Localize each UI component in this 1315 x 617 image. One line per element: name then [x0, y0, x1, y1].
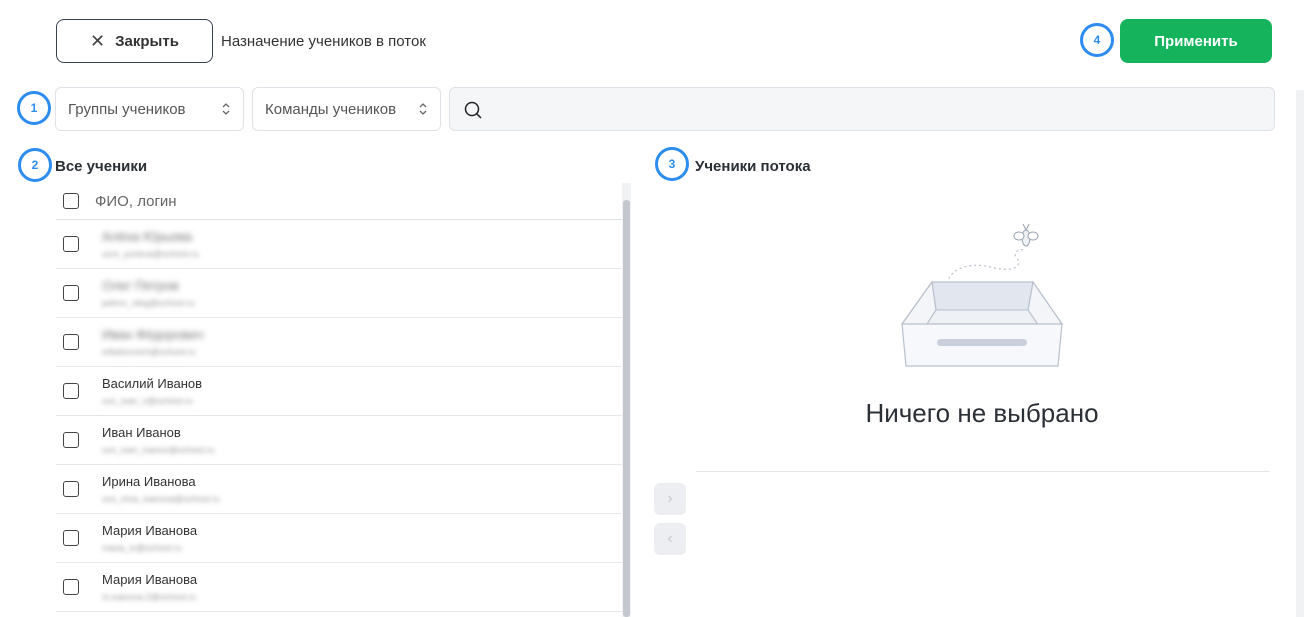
empty-state-text: Ничего не выбрано	[865, 398, 1099, 428]
table-row: Василий Иванов uvs_ivan_v@school.ru	[56, 367, 622, 416]
student-login: uvs_ivan_v@school.ru	[102, 395, 193, 406]
student-login: ivfedorovich@school.ru	[102, 346, 196, 357]
row-checkbox[interactable]	[63, 530, 79, 546]
table-row: Ирина Иванова uvs_irina_ivanova@school.ru	[56, 465, 622, 514]
list-scrollbar-thumb[interactable]	[623, 200, 630, 617]
teams-select-label: Команды учеников	[265, 100, 397, 118]
student-login: m.ivanova.2@school.ru	[102, 591, 197, 602]
empty-box-illustration	[900, 223, 1064, 367]
bee-icon	[1013, 223, 1039, 247]
close-button-label: Закрыть	[115, 32, 179, 50]
student-name: Олег Петров	[102, 277, 179, 293]
table-row: Иван Фёдорович ivfedorovich@school.ru	[56, 318, 622, 367]
table-row: Алёна Юрьева ucm_yurieva@school.ru	[56, 220, 622, 269]
apply-button[interactable]: Применить	[1120, 19, 1272, 63]
groups-select[interactable]: Группы учеников	[55, 87, 244, 131]
student-name: Иван Иванов	[102, 424, 181, 440]
page-title: Назначение учеников в поток	[221, 33, 426, 50]
select-all-checkbox[interactable]	[63, 193, 79, 209]
student-name: Иван Фёдорович	[102, 326, 204, 342]
table-row: Олег Петров petrov_oleg@school.ru	[56, 269, 622, 318]
chevron-right-icon: ›	[667, 490, 673, 507]
divider	[696, 471, 1270, 472]
search-box	[449, 87, 1275, 131]
page-scrollbar[interactable]	[1296, 90, 1304, 617]
student-login: uvs_irina_ivanova@school.ru	[102, 493, 220, 504]
close-button[interactable]: ✕ Закрыть	[56, 19, 213, 63]
row-checkbox[interactable]	[63, 383, 79, 399]
row-checkbox[interactable]	[63, 334, 79, 350]
close-icon: ✕	[90, 31, 106, 51]
row-checkbox[interactable]	[63, 432, 79, 448]
list-header-label: ФИО, логин	[95, 192, 177, 210]
chevron-updown-icon	[418, 100, 428, 118]
row-checkbox[interactable]	[63, 285, 79, 301]
row-checkbox[interactable]	[63, 579, 79, 595]
student-name: Мария Иванова	[102, 571, 198, 587]
move-right-button[interactable]: ›	[654, 483, 686, 515]
table-row: Мария Иванова maria_iv@school.ru	[56, 514, 622, 563]
student-login: uvs_ivan_ivanov@school.ru	[102, 444, 215, 455]
groups-select-label: Группы учеников	[68, 100, 186, 118]
step-marker-3: 3	[655, 147, 689, 181]
stream-students-title: Ученики потока	[695, 158, 811, 175]
student-name: Василий Иванов	[102, 375, 203, 391]
table-row: Иван Иванов uvs_ivan_ivanov@school.ru	[56, 416, 622, 465]
all-students-list: ФИО, логин Алёна Юрьева ucm_yurieva@schoo…	[56, 183, 622, 617]
student-name: Мария Иванова	[102, 522, 198, 538]
step-marker-4: 4	[1080, 23, 1114, 57]
table-row: Мария Иванова m.ivanova.2@school.ru	[56, 563, 622, 612]
row-checkbox[interactable]	[63, 481, 79, 497]
student-login: ucm_yurieva@school.ru	[102, 248, 199, 259]
step-marker-1: 1	[17, 91, 51, 125]
all-students-title: Все ученики	[55, 158, 148, 175]
search-icon	[464, 101, 482, 119]
teams-select[interactable]: Команды учеников	[252, 87, 441, 131]
step-marker-2: 2	[18, 148, 52, 182]
row-checkbox[interactable]	[63, 236, 79, 252]
student-name: Алёна Юрьева	[102, 228, 192, 244]
student-login: petrov_oleg@school.ru	[102, 297, 195, 308]
search-input[interactable]	[494, 88, 1264, 130]
move-left-button[interactable]: ‹	[654, 523, 686, 555]
list-header: ФИО, логин	[56, 183, 622, 220]
student-name: Ирина Иванова	[102, 473, 196, 489]
chevron-left-icon: ‹	[667, 530, 673, 547]
student-login: maria_iv@school.ru	[102, 542, 182, 553]
chevron-updown-icon	[221, 100, 231, 118]
